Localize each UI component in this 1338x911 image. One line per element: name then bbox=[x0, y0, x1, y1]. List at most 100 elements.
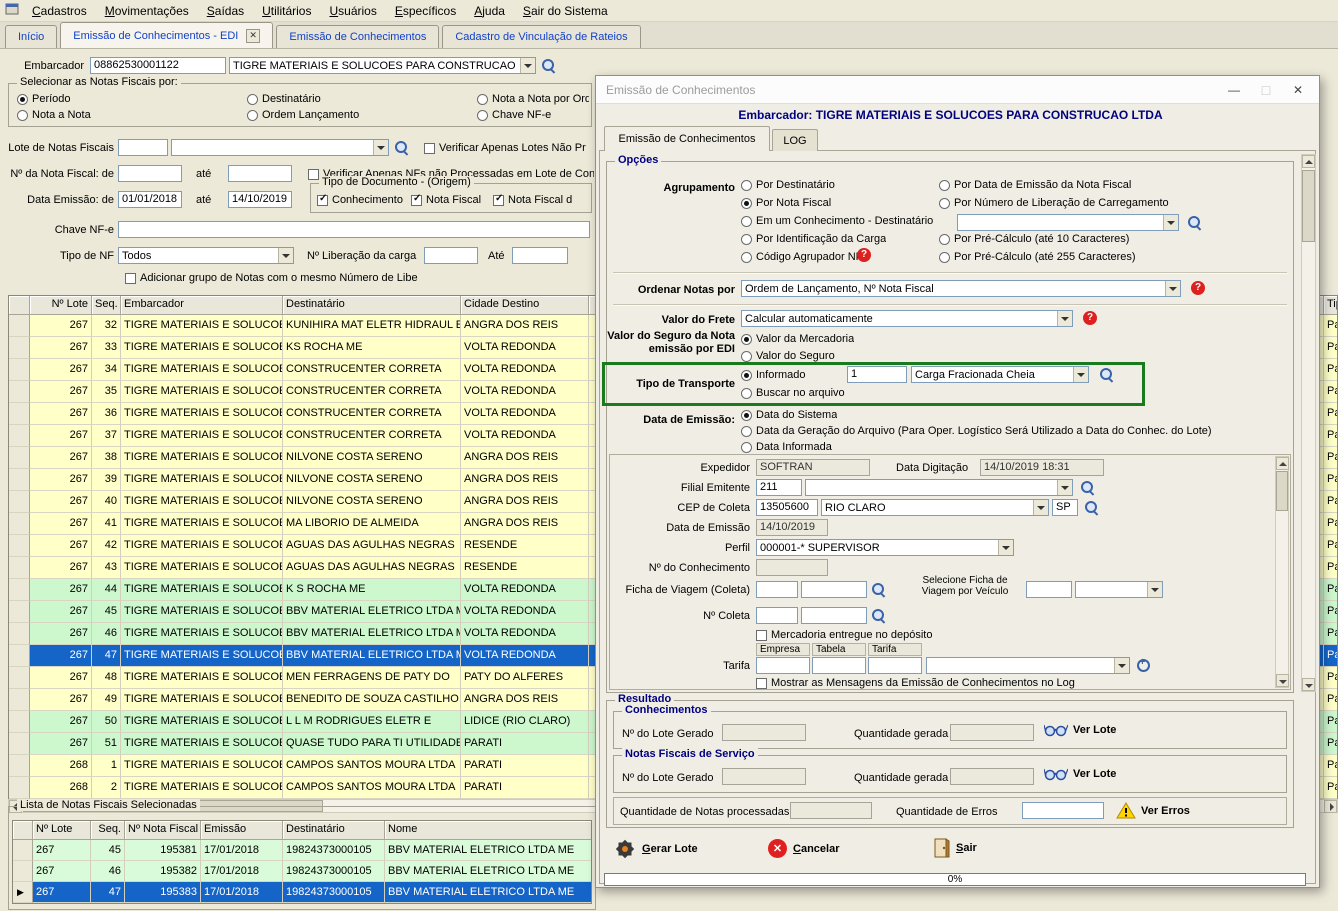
search-icon[interactable] bbox=[1084, 500, 1099, 515]
radio-data-sistema[interactable]: Data do Sistema bbox=[741, 408, 837, 422]
radio-informado[interactable]: Informado bbox=[741, 368, 806, 382]
checkbox-icon[interactable] bbox=[756, 678, 767, 689]
search-icon[interactable] bbox=[394, 140, 409, 155]
radio-por-identificacao-carga[interactable]: Por Identificação da Carga bbox=[741, 232, 886, 246]
chevron-down-icon[interactable] bbox=[1057, 311, 1072, 326]
menu-item[interactable]: Movimentações bbox=[96, 2, 198, 20]
uf-input[interactable]: SP bbox=[1052, 499, 1078, 516]
checkbox-icon[interactable] bbox=[411, 195, 422, 206]
radio-chave-nfe[interactable]: Chave NF-e bbox=[477, 108, 551, 122]
minimize-icon[interactable] bbox=[1221, 81, 1247, 99]
scrollbar-thumb[interactable] bbox=[1302, 170, 1315, 242]
radio-ordem-lancamento[interactable]: Ordem Lançamento bbox=[247, 108, 359, 122]
radio-icon[interactable] bbox=[741, 426, 752, 437]
chave-nfe-input[interactable] bbox=[118, 221, 590, 238]
scroll-up-icon[interactable] bbox=[1276, 457, 1289, 470]
liberacao-combobox[interactable] bbox=[957, 214, 1179, 231]
radio-icon[interactable] bbox=[247, 94, 258, 105]
column-header[interactable]: Nº Nota Fiscal bbox=[125, 821, 201, 840]
chevron-down-icon[interactable] bbox=[1165, 281, 1180, 296]
chevron-down-icon[interactable] bbox=[1033, 500, 1048, 515]
checkbox-icon[interactable] bbox=[125, 273, 136, 284]
list-item[interactable]: 267 46 195382 17/01/2018 19824373000105 … bbox=[13, 861, 591, 882]
zoom-icon[interactable] bbox=[1136, 658, 1151, 673]
radio-icon[interactable] bbox=[741, 370, 752, 381]
chevron-down-icon[interactable] bbox=[373, 140, 388, 155]
tab-cadastro-vinculacao-rateios[interactable]: Cadastro de Vinculação de Rateios bbox=[442, 25, 640, 48]
menu-item[interactable]: Específicos bbox=[386, 2, 465, 20]
chevron-down-icon[interactable] bbox=[1163, 215, 1178, 230]
nf-de-input[interactable] bbox=[118, 165, 182, 182]
nf-ate-input[interactable] bbox=[228, 165, 292, 182]
ficha-viagem-input-1[interactable] bbox=[756, 581, 798, 598]
radio-destinatario[interactable]: Destinatário bbox=[247, 92, 321, 106]
tab-inicio[interactable]: Início bbox=[5, 25, 57, 48]
tab-emissao-conhecimentos[interactable]: Emissão de Conhecimentos bbox=[276, 25, 439, 48]
menu-item[interactable]: Cadastros bbox=[23, 2, 96, 20]
help-icon[interactable] bbox=[857, 248, 871, 262]
radio-periodo[interactable]: Período bbox=[17, 92, 71, 106]
chevron-down-icon[interactable] bbox=[520, 58, 535, 73]
list-item[interactable]: 267 45 195381 17/01/2018 19824373000105 … bbox=[13, 840, 591, 861]
transporte-combobox[interactable]: Carga Fracionada Cheia bbox=[911, 366, 1089, 383]
search-icon[interactable] bbox=[541, 58, 556, 73]
nr-coleta-input-2[interactable] bbox=[801, 607, 867, 624]
checkbox-icon[interactable] bbox=[308, 169, 319, 180]
ficha-viagem-input-2[interactable] bbox=[801, 581, 867, 598]
liberacao-ate-input[interactable] bbox=[512, 247, 568, 264]
menu-item[interactable]: Saídas bbox=[198, 2, 253, 20]
radio-buscar-arquivo[interactable]: Buscar no arquivo bbox=[741, 386, 845, 400]
data-ate-input[interactable]: 14/10/2019 bbox=[228, 191, 292, 208]
dialog-vertical-scrollbar[interactable] bbox=[1301, 154, 1316, 692]
cep-input[interactable]: 13505600 bbox=[756, 499, 818, 516]
menu-item[interactable]: Ajuda bbox=[465, 2, 514, 20]
liberacao-input[interactable] bbox=[424, 247, 478, 264]
nota-fiscal-checkbox[interactable]: Nota Fiscal bbox=[411, 193, 481, 207]
close-icon[interactable] bbox=[246, 29, 260, 43]
radio-icon[interactable] bbox=[17, 94, 28, 105]
column-header[interactable]: Emissão bbox=[201, 821, 283, 840]
checkbox-icon[interactable] bbox=[756, 630, 767, 641]
scroll-up-icon[interactable] bbox=[1302, 155, 1315, 168]
scrollbar-thumb[interactable] bbox=[1276, 471, 1288, 511]
column-header[interactable]: Nº Lote bbox=[33, 821, 91, 840]
chevron-down-icon[interactable] bbox=[1057, 480, 1072, 495]
radio-por-destinatario[interactable]: Por Destinatário bbox=[741, 178, 835, 192]
chevron-down-icon[interactable] bbox=[278, 248, 293, 263]
search-icon[interactable] bbox=[1187, 215, 1202, 230]
ver-erros-button[interactable]: Ver Erros bbox=[1116, 802, 1190, 819]
radio-valor-mercadoria[interactable]: Valor da Mercadoria bbox=[741, 332, 854, 346]
list-item[interactable]: 267 47 195383 17/01/2018 19824373000105 … bbox=[13, 882, 591, 903]
verificar-lotes-checkbox[interactable]: Verificar Apenas Lotes Não Pro bbox=[424, 141, 586, 155]
column-header[interactable]: Tip bbox=[1324, 296, 1337, 315]
quantidade-erros-input[interactable] bbox=[1022, 802, 1104, 819]
tarifa-tabela-input[interactable] bbox=[812, 657, 866, 674]
radio-icon[interactable] bbox=[939, 234, 950, 245]
menu-item[interactable]: Utilitários bbox=[253, 2, 320, 20]
perfil-combobox[interactable]: 000001-* SUPERVISOR bbox=[756, 539, 1014, 556]
tarifa-empresa-input[interactable] bbox=[756, 657, 810, 674]
scroll-down-icon[interactable] bbox=[1276, 674, 1289, 687]
column-header[interactable]: Destinatário bbox=[283, 821, 385, 840]
dialog-tab-log[interactable]: LOG bbox=[772, 129, 818, 151]
nr-coleta-input-1[interactable] bbox=[756, 607, 798, 624]
radio-icon[interactable] bbox=[741, 234, 752, 245]
radio-pre-calculo-255[interactable]: Por Pré-Cálculo (até 255 Caracteres) bbox=[939, 250, 1136, 264]
tarifa-tarifa-input[interactable] bbox=[868, 657, 922, 674]
dialog-tab-emissao[interactable]: Emissão de Conhecimentos bbox=[604, 126, 770, 151]
radio-icon[interactable] bbox=[477, 94, 488, 105]
radio-icon[interactable] bbox=[939, 180, 950, 191]
radio-icon[interactable] bbox=[741, 252, 752, 263]
transporte-codigo-input[interactable]: 1 bbox=[847, 366, 907, 383]
scroll-right-icon[interactable] bbox=[1324, 800, 1337, 813]
maximize-icon[interactable] bbox=[1253, 81, 1279, 99]
filial-combobox[interactable] bbox=[805, 479, 1073, 496]
adicionar-grupo-checkbox[interactable]: Adicionar grupo de Notas com o mesmo Núm… bbox=[125, 271, 587, 285]
nota-fiscal-d-checkbox[interactable]: Nota Fiscal d bbox=[493, 193, 587, 207]
radio-icon[interactable] bbox=[939, 198, 950, 209]
radio-icon[interactable] bbox=[17, 110, 28, 121]
mercadoria-checkbox[interactable]: Mercadoria entregue no depósito bbox=[756, 628, 932, 642]
column-header[interactable]: Nome bbox=[385, 821, 591, 840]
close-icon[interactable] bbox=[1285, 81, 1311, 99]
radio-icon[interactable] bbox=[741, 216, 752, 227]
